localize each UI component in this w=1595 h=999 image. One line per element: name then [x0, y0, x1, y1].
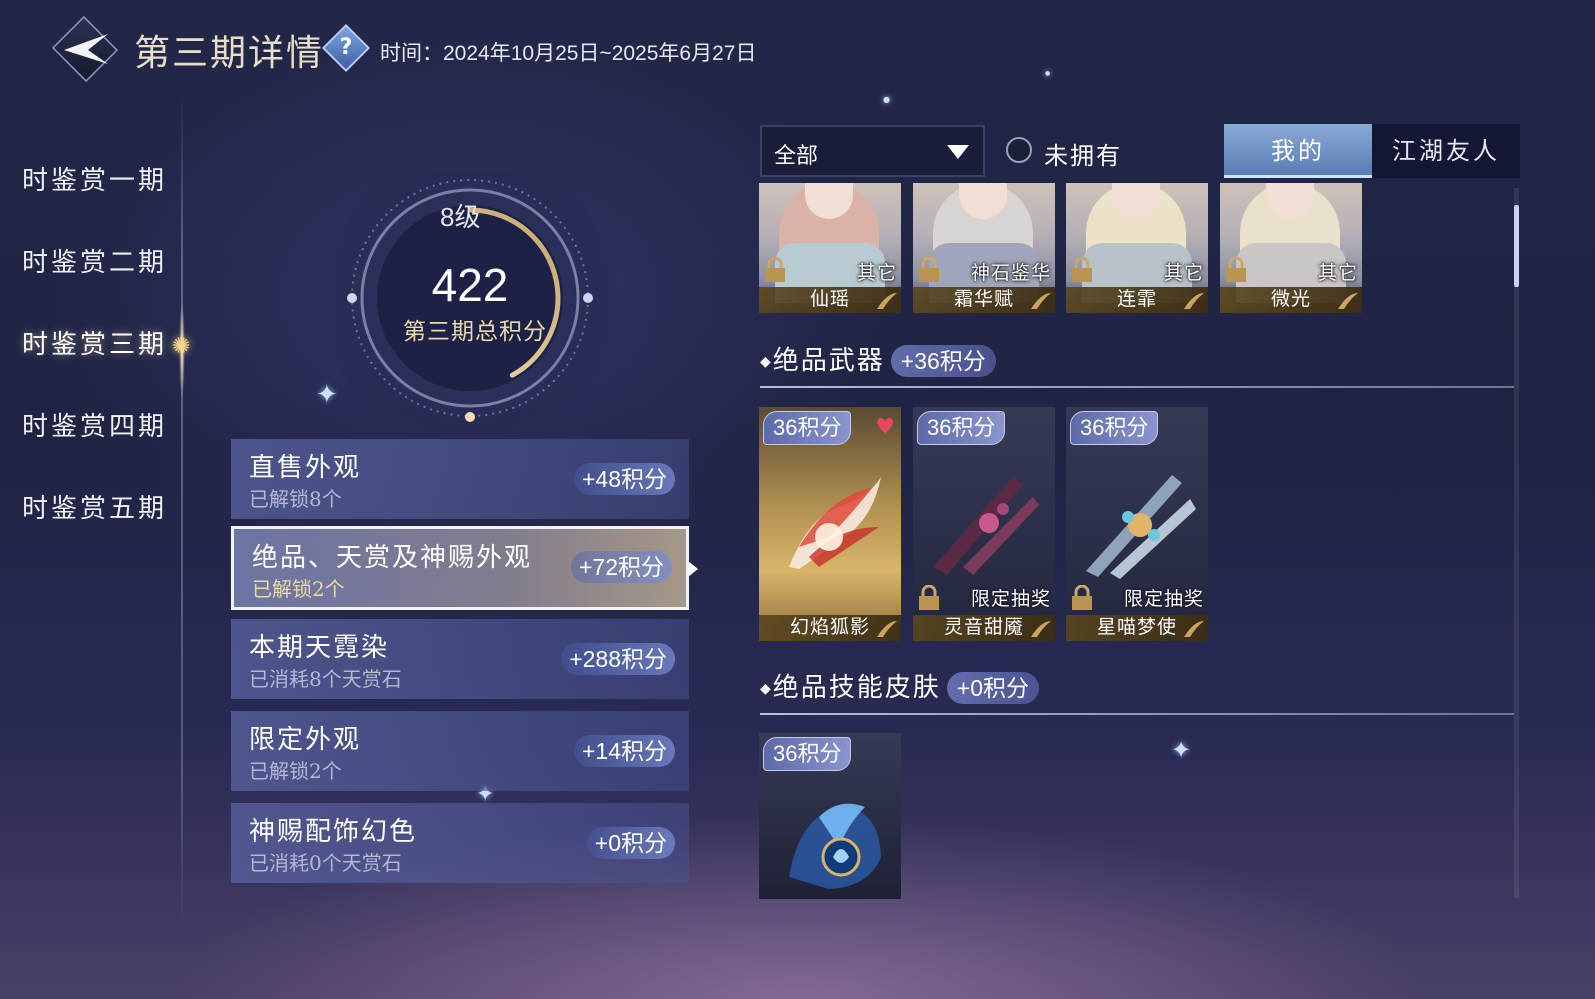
outfit-tag: 其它: [1163, 262, 1204, 284]
heart-icon: ♥: [875, 415, 895, 440]
feather-icon: [1184, 293, 1204, 309]
total-score-value: 422: [431, 259, 509, 311]
blue-dragon-skill-art: [789, 803, 881, 889]
section-points: +36积分: [890, 345, 996, 377]
feather-icon: [877, 621, 897, 637]
lock-icon: [1226, 257, 1246, 282]
points-badge: 36积分: [763, 411, 852, 445]
category-title: 直售外观: [249, 453, 362, 483]
skills-section-header: ◆绝品技能皮肤 +0积分: [760, 667, 1040, 704]
owner-tabs: 我的 江湖友人: [1224, 124, 1520, 178]
points-badge: 36积分: [917, 411, 1006, 445]
outfit-card[interactable]: 其它 连霏: [1066, 183, 1208, 313]
star-cat-weapon-art: [1086, 475, 1196, 579]
category-points: +14积分: [573, 735, 675, 767]
triangle-down-icon: [947, 145, 969, 159]
category-points: +288积分: [561, 643, 675, 675]
dark-blade-weapon-art: [933, 477, 1039, 575]
section-divider: [760, 386, 1514, 388]
dropdown-selected-value: 全部: [774, 144, 819, 169]
points-badge: 36积分: [763, 737, 852, 771]
points-badge: 36积分: [1070, 411, 1159, 445]
outfit-card[interactable]: 其它 微光: [1220, 183, 1362, 313]
feather-icon: [1184, 621, 1204, 637]
section-points: +0积分: [946, 672, 1040, 704]
feather-icon: [1031, 621, 1051, 637]
weapon-card[interactable]: 36积分 限定抽奖 星喵梦使: [1066, 407, 1208, 641]
help-button[interactable]: ?: [321, 23, 371, 73]
nav-item-period-1[interactable]: 时鉴赏一期: [22, 160, 192, 197]
tab-friends[interactable]: 江湖友人: [1372, 124, 1520, 178]
lock-icon: [1072, 585, 1092, 610]
category-sub: 已消耗8个天赏石: [249, 667, 402, 691]
category-sub: 已解锁2个: [252, 577, 345, 601]
weapon-card[interactable]: 36积分 ♥ 幻焰狐影: [759, 407, 901, 641]
category-premium-outfits[interactable]: 绝品、天赏及神赐外观 已解锁2个 +72积分: [231, 526, 689, 610]
outfit-tag: 神石鉴华: [970, 262, 1051, 284]
outfit-tag: 其它: [1317, 262, 1358, 284]
category-title: 本期天霓染: [249, 633, 390, 663]
feather-icon: [877, 293, 897, 309]
weapon-tag: 限定抽奖: [970, 588, 1051, 610]
lock-icon: [765, 257, 785, 282]
category-title: 绝品、天赏及神赐外观: [252, 543, 533, 573]
category-points: +0积分: [586, 827, 675, 859]
lock-icon: [919, 257, 939, 282]
category-points: +48积分: [573, 463, 675, 495]
category-title: 限定外观: [249, 725, 362, 755]
diamond-bullet-icon: ◆: [760, 354, 773, 370]
category-accessory-colors[interactable]: 神赐配饰幻色 已消耗0个天赏石 +0积分: [231, 803, 689, 883]
category-sub: 已消耗0个天赏石: [249, 851, 402, 875]
lock-icon: [919, 585, 939, 610]
category-dye[interactable]: 本期天霓染 已消耗8个天赏石 +288积分: [231, 619, 689, 699]
back-arrow-icon: [64, 34, 108, 64]
sparkle-icon: ●: [883, 95, 890, 104]
category-title: 神赐配饰幻色: [249, 817, 418, 847]
question-diamond-icon: ?: [339, 35, 353, 60]
active-swirl-icon: ✺: [172, 334, 191, 359]
category-direct-sale[interactable]: 直售外观 已解锁8个 +48积分: [231, 439, 689, 519]
category-sub: 已解锁2个: [249, 759, 342, 783]
feather-icon: [1338, 293, 1358, 309]
event-time-text: 时间：2024年10月25日~2025年6月27日: [380, 42, 757, 65]
nav-item-period-3[interactable]: 时鉴赏三期: [22, 324, 192, 361]
sparkle-icon: ●: [1045, 70, 1051, 77]
feather-icon: [1031, 293, 1051, 309]
sparkle-icon: ✦: [1171, 736, 1192, 764]
weapons-section-header: ◆绝品武器 +36积分: [760, 340, 996, 377]
category-points: +72积分: [570, 551, 672, 583]
outfit-card[interactable]: 神石鉴华 霜华赋: [913, 183, 1055, 313]
fox-flame-weapon-art: [789, 477, 881, 569]
scrollbar-track[interactable]: [1514, 188, 1519, 898]
section-title: 绝品武器: [772, 346, 885, 376]
weapon-card[interactable]: 36积分 限定抽奖 灵音甜魇: [913, 407, 1055, 641]
weapon-tag: 限定抽奖: [1123, 588, 1204, 610]
category-limited-outfits[interactable]: 限定外观 已解锁2个 +14积分: [231, 711, 689, 791]
selected-arrow-icon: [688, 561, 698, 577]
nav-item-period-2[interactable]: 时鉴赏二期: [22, 242, 192, 279]
page-title: 第三期详情: [134, 33, 325, 74]
diamond-bullet-icon: ◆: [760, 681, 773, 697]
scrollbar-thumb[interactable]: [1514, 205, 1519, 287]
outfit-tag: 其它: [856, 262, 897, 284]
section-divider: [760, 713, 1514, 715]
not-owned-label[interactable]: 未拥有: [1044, 136, 1122, 171]
category-sub: 已解锁8个: [249, 487, 342, 511]
section-title: 绝品技能皮肤: [772, 673, 941, 703]
category-dropdown[interactable]: 全部: [760, 125, 985, 177]
nav-item-period-4[interactable]: 时鉴赏四期: [22, 406, 192, 443]
total-score-label: 第三期总积分: [403, 319, 547, 345]
skill-skin-card[interactable]: 36积分: [759, 733, 901, 899]
lock-icon: [1072, 257, 1092, 282]
level-text: 8级: [440, 202, 481, 232]
outfit-card[interactable]: 其它 仙瑶: [759, 183, 901, 313]
tab-mine[interactable]: 我的: [1224, 124, 1372, 178]
not-owned-checkbox[interactable]: [1006, 137, 1032, 163]
nav-item-period-5[interactable]: 时鉴赏五期: [22, 488, 192, 525]
